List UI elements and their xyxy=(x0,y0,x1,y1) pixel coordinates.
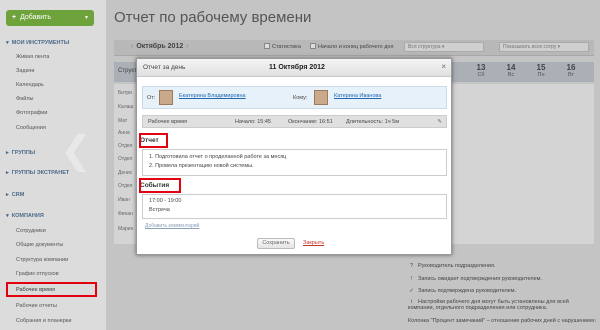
from-label: От: xyxy=(147,95,156,101)
close-link[interactable]: Закрыть xyxy=(303,240,324,246)
sidebar-item-tasks[interactable]: Задачи xyxy=(16,68,34,74)
sidebar-item-photos[interactable]: Фотографии xyxy=(16,110,47,116)
sidebar-item-vacations[interactable]: График отпусков xyxy=(16,271,59,277)
dialog-title: Отчет за день xyxy=(143,64,186,71)
chevron-right-icon: ▸ xyxy=(6,170,9,176)
checkbox-icon xyxy=(310,43,316,49)
end-time: Окончание: 16:51 xyxy=(288,119,333,125)
to-user-link[interactable]: Катерина Иванова xyxy=(334,93,381,99)
close-icon[interactable]: × xyxy=(441,62,446,71)
table-row[interactable]: Битри xyxy=(118,90,132,96)
section-my-tools[interactable]: ▾ Мои инструменты xyxy=(6,40,69,46)
check-icon: ✓ xyxy=(409,288,414,294)
sidebar-item-meetings[interactable]: Собрания и планерки xyxy=(16,318,71,324)
section-company[interactable]: ▾ Компания xyxy=(6,213,44,219)
duration: Длительность: 1ч 5м xyxy=(346,119,399,125)
warning-icon: ! xyxy=(410,276,413,282)
dialog-header[interactable]: Отчет за день 11 Октября 2012 × xyxy=(137,59,451,77)
plus-icon: + xyxy=(12,14,17,21)
sidebar-item-employees[interactable]: Сотрудники xyxy=(16,228,46,234)
daily-report-dialog: Отчет за день 11 Октября 2012 × От: Екат… xyxy=(136,58,452,255)
work-time-bar: Рабочее время Начало: 15:45 Окончание: 1… xyxy=(142,115,447,128)
sidebar-item-structure[interactable]: Структура компании xyxy=(16,257,68,263)
chevron-right-icon: ▸ xyxy=(6,150,9,156)
event-time: 17:00 - 19:00 xyxy=(149,198,182,204)
table-row[interactable]: Анна xyxy=(118,130,130,136)
month-switcher[interactable]: ‹ Октябрь 2012 › xyxy=(128,43,192,50)
chevron-right-icon: ▸ xyxy=(6,192,9,198)
legend-note: Колонка "Процент замечаний" – отношение … xyxy=(408,318,596,324)
users-select[interactable]: Показывать всех сотру ▾ xyxy=(499,42,589,52)
avatar xyxy=(314,90,328,105)
toolbar: ‹ Октябрь 2012 › Статистика Начало и конец… xyxy=(114,40,594,56)
table-row[interactable]: Отдел xyxy=(118,143,132,149)
table-row[interactable]: Марин xyxy=(118,226,133,232)
prev-icon[interactable]: ‹ xyxy=(131,43,133,50)
stats-checkbox[interactable]: Статистика xyxy=(264,43,301,50)
legend-item: ✓ Запись подтверждена руководителем. xyxy=(409,288,517,294)
table-row[interactable]: Отдел xyxy=(118,156,132,162)
table-row[interactable]: Денис xyxy=(118,170,132,176)
back-arrow-icon[interactable]: ❮ xyxy=(60,128,92,172)
structure-column-header: Структ xyxy=(118,68,137,74)
legend-item: ? Руководитель подразделения. xyxy=(409,263,496,269)
sidebar-item-calendar[interactable]: Календарь xyxy=(16,82,44,88)
day-header: 15 Пн xyxy=(536,63,546,78)
save-button[interactable]: Сохранить xyxy=(257,238,295,249)
next-icon[interactable]: › xyxy=(186,43,188,50)
highlight-events xyxy=(139,178,181,193)
table-row[interactable]: Калаш xyxy=(118,104,133,110)
highlight-work-time xyxy=(6,282,97,297)
sidebar-item-messages[interactable]: Сообщения xyxy=(16,125,46,131)
report-line: 2. Провела презентацию новой системы. xyxy=(149,163,254,169)
highlight-report xyxy=(139,133,168,148)
table-row[interactable]: Иван xyxy=(118,197,130,203)
table-row[interactable]: Отдел xyxy=(118,183,132,189)
start-end-checkbox[interactable]: Начало и конец рабочего дня xyxy=(310,43,393,50)
chevron-down-icon: ▾ xyxy=(84,15,88,21)
sidebar-item-documents[interactable]: Общие документы xyxy=(16,242,63,248)
sidebar-item-feed[interactable]: Живая лента xyxy=(16,54,49,60)
people-panel: От: Екатерина Владимировна Кому: Катерин… xyxy=(142,86,447,109)
day-header: 13 Сб xyxy=(476,63,486,78)
events-content: 17:00 - 19:00 Встреча xyxy=(142,194,447,219)
table-row[interactable]: Мат xyxy=(118,118,127,124)
sidebar-item-files[interactable]: Файлы xyxy=(16,96,33,102)
pencil-icon[interactable]: ✎ xyxy=(437,119,442,125)
manager-icon: ? xyxy=(409,263,414,269)
report-content: 1. Подготовила отчет о проделанной работ… xyxy=(142,149,447,176)
chevron-down-icon: ▾ xyxy=(6,213,9,219)
day-header: 14 Вс xyxy=(506,63,516,78)
day-header: 16 Вт xyxy=(566,63,576,78)
dialog-date: 11 Октября 2012 xyxy=(269,64,325,71)
table-row[interactable]: Финан xyxy=(118,211,133,217)
chevron-down-icon: ▾ xyxy=(6,40,9,46)
legend-item: ! Запись ожидает подтверждения руководите… xyxy=(408,276,542,282)
section-groups[interactable]: ▸ Группы xyxy=(6,150,35,156)
page-title: Отчет по рабочему времени xyxy=(114,9,312,26)
start-time: Начало: 15:45 xyxy=(235,119,271,125)
legend-item: i Настройки рабочего дня могут быть устан… xyxy=(408,299,569,311)
avatar xyxy=(159,90,173,105)
event-name: Встреча xyxy=(149,207,170,213)
to-label: Кому: xyxy=(293,95,308,101)
checkbox-icon xyxy=(264,43,270,49)
work-time-label: Рабочее время xyxy=(148,119,187,125)
from-user-link[interactable]: Екатерина Владимировна xyxy=(179,93,246,99)
structure-select[interactable]: Вся структура ▾ xyxy=(404,42,484,52)
sidebar-item-work-reports[interactable]: Рабочие отчеты xyxy=(16,303,57,309)
add-button[interactable]: + Добавить ▾ xyxy=(6,10,94,26)
add-comment-link[interactable]: Добавить комментарий xyxy=(145,223,199,229)
section-crm[interactable]: ▸ CRM xyxy=(6,192,24,198)
report-line: 1. Подготовила отчет о проделанной работ… xyxy=(149,154,287,160)
